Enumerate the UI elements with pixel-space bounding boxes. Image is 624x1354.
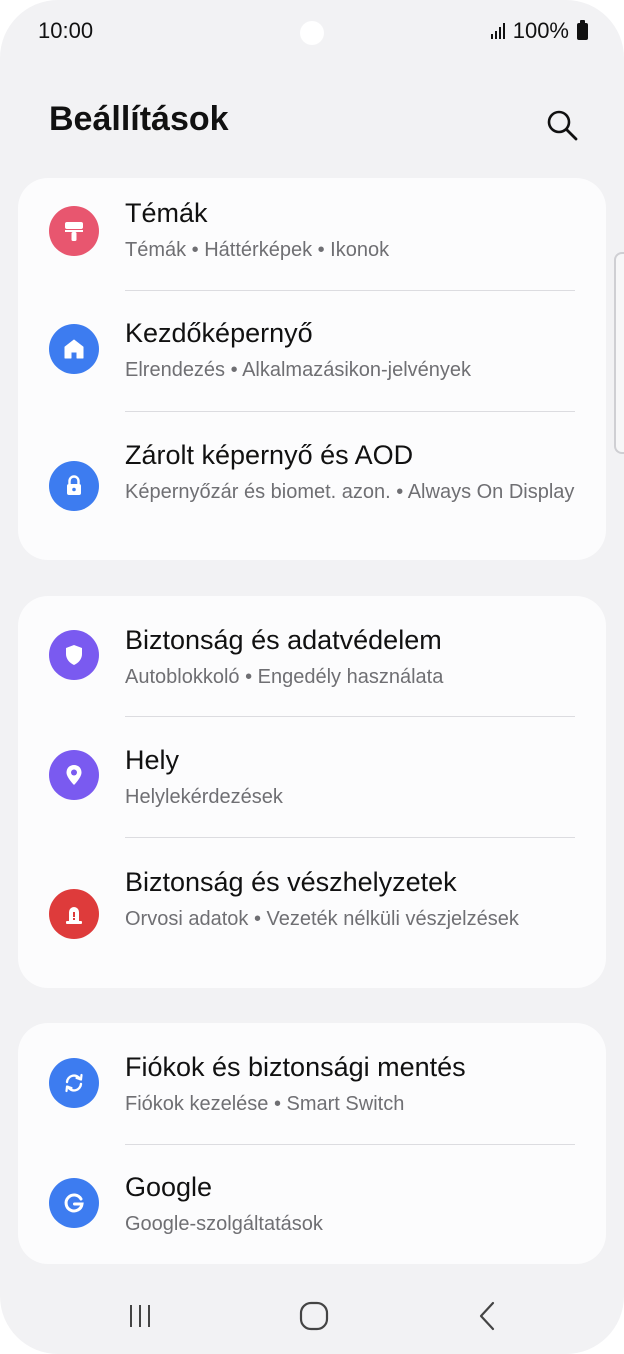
home-icon: [64, 339, 84, 359]
item-icon-circle: [49, 206, 99, 256]
page-title: Beállítások: [49, 100, 229, 138]
settings-item-home-screen[interactable]: Kezdőképernyő Elrendezés • Alkalmazásiko…: [18, 291, 606, 411]
item-icon-circle: [49, 630, 99, 680]
front-camera: [300, 21, 324, 45]
themes-icon: [65, 222, 83, 241]
settings-group-accounts: Fiókok és biztonsági mentés Fiókok kezel…: [18, 1023, 606, 1264]
item-title: Zárolt képernyő és AOD: [125, 440, 414, 470]
item-icon-circle: [49, 750, 99, 800]
item-icon-circle: [49, 1178, 99, 1228]
item-subtitle: Google-szolgáltatások: [125, 1213, 323, 1235]
phone-screen: 10:00 100% Beállítások Témák Témák • Hát…: [0, 0, 624, 1354]
search-icon: [547, 110, 578, 141]
settings-item-lock-screen[interactable]: Zárolt képernyő és AOD Képernyőzár és bi…: [18, 412, 606, 560]
navigation-bar: [0, 1276, 624, 1354]
item-icon-circle: [49, 461, 99, 511]
settings-item-accounts-backup[interactable]: Fiókok és biztonsági mentés Fiókok kezel…: [18, 1023, 606, 1144]
battery-icon: [577, 19, 588, 40]
google-icon: [64, 1193, 84, 1213]
item-subtitle: Fiókok kezelése • Smart Switch: [125, 1093, 405, 1115]
status-time: 10:00: [38, 18, 94, 43]
settings-group-personalization: Témák Témák • Háttérképek • Ikonok Kezdő…: [18, 178, 606, 560]
scroll-handle[interactable]: [614, 252, 624, 454]
item-icon-circle: [49, 1058, 99, 1108]
recents-button[interactable]: [118, 1294, 162, 1338]
settings-item-themes[interactable]: Témák Témák • Háttérképek • Ikonok: [18, 178, 606, 290]
item-title: Google: [125, 1172, 213, 1202]
location-icon: [66, 765, 82, 785]
item-title: Biztonság és vészhelyzetek: [125, 867, 457, 897]
settings-item-google[interactable]: Google Google-szolgáltatások: [18, 1145, 606, 1264]
sync-icon: [65, 1073, 83, 1093]
search-button[interactable]: [540, 103, 584, 147]
emergency-icon: [66, 907, 82, 924]
recents-icon: [130, 1305, 150, 1327]
shield-icon: [66, 645, 82, 665]
item-subtitle: Autoblokkoló • Engedély használata: [125, 666, 444, 688]
item-subtitle: Témák • Háttérképek • Ikonok: [125, 239, 390, 261]
back-button[interactable]: [466, 1294, 510, 1338]
settings-item-safety-emergency[interactable]: Biztonság és vészhelyzetek Orvosi adatok…: [18, 838, 606, 988]
home-button-icon: [299, 1301, 329, 1331]
battery-percent: 100%: [512, 18, 569, 43]
item-title: Témák: [125, 198, 208, 228]
home-button[interactable]: [292, 1294, 336, 1338]
item-title: Kezdőképernyő: [125, 318, 313, 348]
back-icon: [479, 1301, 495, 1331]
item-icon-circle: [49, 324, 99, 374]
item-subtitle: Képernyőzár és biomet. azon. • Always On…: [125, 481, 575, 503]
lock-icon: [67, 475, 81, 495]
item-subtitle: Orvosi adatok • Vezeték nélküli vészjelz…: [125, 908, 519, 930]
settings-item-location[interactable]: Hely Helylekérdezések: [18, 717, 606, 837]
status-indicators: 100%: [490, 18, 588, 44]
item-subtitle: Elrendezés • Alkalmazásikon-jelvények: [125, 359, 472, 381]
item-title: Hely: [125, 745, 180, 775]
item-subtitle: Helylekérdezések: [125, 786, 283, 808]
item-title: Fiókok és biztonsági mentés: [125, 1052, 466, 1082]
settings-group-security: Biztonság és adatvédelem Autoblokkoló • …: [18, 596, 606, 988]
item-icon-circle: [49, 889, 99, 939]
signal-icon: [490, 23, 505, 39]
status-bar: 10:00 100%: [0, 0, 624, 66]
item-title: Biztonság és adatvédelem: [125, 625, 442, 655]
settings-item-security-privacy[interactable]: Biztonság és adatvédelem Autoblokkoló • …: [18, 596, 606, 716]
